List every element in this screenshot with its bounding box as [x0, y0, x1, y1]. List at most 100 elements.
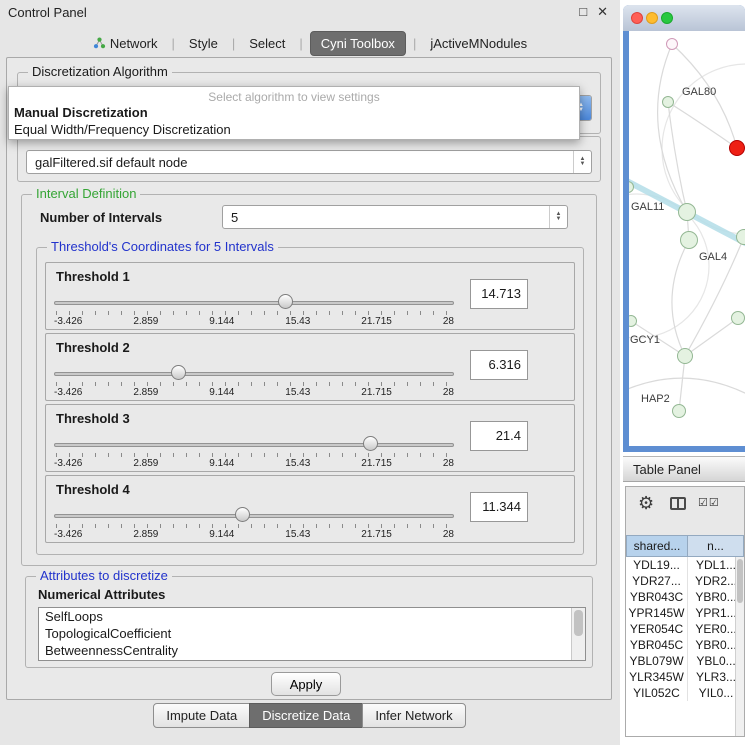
table-row[interactable]: YBL079WYBL0... — [626, 653, 744, 669]
scrollbar-thumb[interactable] — [737, 559, 743, 603]
network-node[interactable] — [729, 140, 745, 156]
slider-thumb-icon[interactable] — [171, 365, 186, 380]
network-node[interactable] — [678, 203, 696, 221]
numerical-attributes-list[interactable]: SelfLoopsTopologicalCoefficientBetweenne… — [38, 607, 586, 661]
network-node[interactable] — [736, 229, 745, 245]
checkbox-icons[interactable]: ☑☑ — [698, 496, 720, 509]
slider-scale-label: 28 — [443, 387, 454, 398]
close-window-icon[interactable]: ✕ — [597, 4, 608, 20]
network-node-label: HAP2 — [641, 393, 670, 405]
tab-network[interactable]: Network — [86, 33, 165, 54]
tab-separator: | — [172, 36, 175, 51]
network-node[interactable] — [666, 38, 678, 50]
table-data-select[interactable]: galFiltered.sif default node ▲▼ — [26, 150, 592, 174]
group-title: Attributes to discretize — [36, 568, 172, 583]
minimize-icon[interactable] — [646, 12, 658, 24]
slider-scale-label: 21.715 — [361, 387, 392, 398]
numerical-attribute-item[interactable]: SelfLoops — [39, 608, 585, 625]
table-row[interactable]: YLR345WYLR3... — [626, 669, 744, 685]
dropdown-item-manual-discretization[interactable]: Manual Discretization — [9, 104, 579, 121]
gear-icon[interactable]: ⚙ — [638, 493, 654, 514]
slider-scale-label: 9.144 — [209, 316, 234, 327]
table-cell-shared-name: YDL19... — [626, 557, 688, 573]
slider-scale: -3.4262.8599.14415.4321.71528 — [54, 387, 454, 398]
network-node[interactable] — [672, 404, 686, 418]
slider-thumb-icon[interactable] — [363, 436, 378, 451]
network-node[interactable] — [629, 315, 637, 327]
threshold-list: Threshold 1 -3.4262.8599.14415.4321.7152… — [45, 262, 575, 546]
bottom-tab-discretize-data[interactable]: Discretize Data — [249, 703, 363, 728]
close-icon[interactable] — [631, 12, 643, 24]
threshold-value-field[interactable]: 14.713 — [470, 279, 528, 309]
slider-scale: -3.4262.8599.14415.4321.71528 — [54, 316, 454, 327]
column-header-name[interactable]: n... — [687, 535, 744, 557]
table-data-group: Table Data galFiltered.sif default node … — [17, 136, 601, 182]
table-row[interactable]: YDR27...YDR2... — [626, 573, 744, 589]
float-window-icon[interactable]: □ — [579, 4, 587, 20]
network-node-label: GAL11 — [631, 201, 664, 213]
cyni-toolbox-panel: Discretization Algorithm ▲▼ Table Data g… — [6, 57, 612, 700]
interval-definition-group: Interval Definition Number of Intervals … — [21, 194, 597, 566]
network-window-titlebar[interactable] — [623, 5, 745, 31]
columns-icon[interactable] — [670, 497, 686, 510]
column-header-shared[interactable]: shared... — [626, 535, 688, 557]
slider-scale-label: 15.43 — [285, 316, 310, 327]
slider-track[interactable] — [54, 514, 454, 518]
dropdown-item-equal-width-frequency[interactable]: Equal Width/Frequency Discretization — [9, 121, 579, 138]
slider-thumb-icon[interactable] — [278, 294, 293, 309]
network-node[interactable] — [680, 231, 698, 249]
threshold-slider[interactable]: -3.4262.8599.14415.4321.71528 — [54, 289, 454, 329]
slider-scale-label: 28 — [443, 458, 454, 469]
number-of-intervals-value: 5 — [223, 210, 549, 225]
tab-select[interactable]: Select — [242, 33, 292, 54]
list-scrollbar[interactable] — [571, 608, 585, 660]
tab-style[interactable]: Style — [182, 33, 225, 54]
numerical-attribute-item[interactable]: TopologicalCoefficient — [39, 625, 585, 642]
slider-ticks — [56, 311, 452, 315]
table-row[interactable]: YDL19...YDL1... — [626, 557, 744, 573]
table-data-select-value: galFiltered.sif default node — [27, 155, 573, 170]
number-of-intervals-select[interactable]: 5 ▲▼ — [222, 205, 568, 229]
slider-track[interactable] — [54, 443, 454, 447]
table-scrollbar[interactable] — [735, 557, 744, 736]
threshold-value-field[interactable]: 11.344 — [470, 492, 528, 522]
threshold-slider[interactable]: -3.4262.8599.14415.4321.71528 — [54, 360, 454, 400]
slider-scale-label: 21.715 — [361, 529, 392, 540]
threshold-value-field[interactable]: 21.4 — [470, 421, 528, 451]
slider-track[interactable] — [54, 372, 454, 376]
tab-separator: | — [232, 36, 235, 51]
slider-scale: -3.4262.8599.14415.4321.71528 — [54, 529, 454, 540]
network-node-label: GCY1 — [630, 334, 660, 346]
slider-track[interactable] — [54, 301, 454, 305]
table-row[interactable]: YBR043CYBR0... — [626, 589, 744, 605]
table-row[interactable]: YER054CYER0... — [626, 621, 744, 637]
bottom-tab-infer-network[interactable]: Infer Network — [362, 703, 465, 728]
network-node[interactable] — [731, 311, 745, 325]
dropdown-arrows-icon[interactable]: ▲▼ — [549, 206, 567, 228]
network-view-window: GAL80GAL11GAL4GCY1HAP2 — [623, 5, 745, 452]
slider-scale-label: -3.426 — [54, 316, 82, 327]
network-node[interactable] — [662, 96, 674, 108]
maximize-icon[interactable] — [661, 12, 673, 24]
bottom-tab-impute-data[interactable]: Impute Data — [153, 703, 250, 728]
table-row[interactable]: YBR045CYBR0... — [626, 637, 744, 653]
slider-scale-label: 9.144 — [209, 529, 234, 540]
threshold-slider[interactable]: -3.4262.8599.14415.4321.71528 — [54, 431, 454, 471]
apply-button[interactable]: Apply — [271, 672, 341, 696]
network-node[interactable] — [677, 348, 693, 364]
slider-scale-label: 15.43 — [285, 529, 310, 540]
network-node[interactable] — [629, 181, 634, 193]
slider-thumb-icon[interactable] — [235, 507, 250, 522]
number-of-intervals-label: Number of Intervals — [40, 210, 162, 225]
table-row[interactable]: YPR145WYPR1... — [626, 605, 744, 621]
tab-jactivemnodules[interactable]: jActiveMNodules — [423, 33, 534, 54]
slider-scale-label: -3.426 — [54, 387, 82, 398]
network-canvas[interactable]: GAL80GAL11GAL4GCY1HAP2 — [629, 31, 745, 446]
threshold-value-field[interactable]: 6.316 — [470, 350, 528, 380]
dropdown-arrows-icon[interactable]: ▲▼ — [573, 151, 591, 173]
numerical-attribute-item[interactable]: BetweennessCentrality — [39, 642, 585, 659]
tab-cyni-toolbox[interactable]: Cyni Toolbox — [310, 31, 406, 56]
scrollbar-thumb[interactable] — [574, 610, 583, 636]
table-row[interactable]: YIL052CYIL0... — [626, 685, 744, 701]
threshold-slider[interactable]: -3.4262.8599.14415.4321.71528 — [54, 502, 454, 542]
